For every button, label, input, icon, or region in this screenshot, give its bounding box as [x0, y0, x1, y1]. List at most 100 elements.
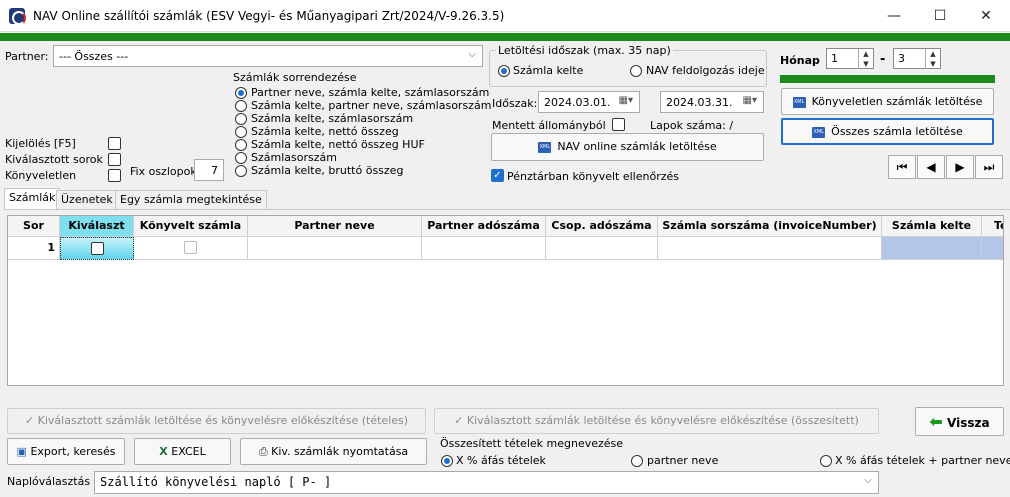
minimize-button[interactable]: — [871, 0, 917, 32]
naplo-select[interactable]: Szállító könyvelési napló [ P- ] ⌵ [94, 471, 879, 494]
prev-record-button[interactable]: ◀ [917, 155, 945, 179]
table-cell[interactable] [658, 237, 882, 260]
export-kereses-button[interactable]: ▣ Export, keresés [7, 438, 125, 465]
partner-value: --- Összes --- [59, 50, 129, 63]
back-arrow-icon: ⬅ [929, 412, 943, 431]
status-bar-green [0, 33, 1010, 41]
chevron-down-icon: ⌵ [468, 49, 476, 60]
osszes-download-button[interactable]: XML Összes számla letöltése [781, 118, 994, 145]
radio-nav-feldolgozas[interactable] [630, 65, 642, 77]
month-to-spinner[interactable]: 3 ▲ ▼ [893, 48, 941, 69]
window-title: NAV Online szállítói számlák (ESV Vegyi-… [33, 9, 505, 23]
check-icon: ✓ [454, 414, 467, 427]
download-osszesitett-button[interactable]: ✓ Kiválasztott számlák letöltése és köny… [434, 408, 879, 434]
lapok-szama-label: Lapok száma: / [650, 119, 734, 132]
vissza-button[interactable]: ⬅ Vissza [915, 407, 1004, 436]
konyvelt-checkbox [184, 241, 197, 254]
app-icon [9, 8, 26, 25]
naplo-label: Naplóválasztás [7, 475, 91, 488]
penztar-label: Pénztárban könyvelt ellenőrzés [507, 170, 679, 183]
kivalaszt-checkbox[interactable] [91, 242, 104, 255]
month-progress-bar [780, 75, 995, 83]
xml-icon: XML [538, 141, 552, 153]
naplo-value: Szállító könyvelési napló [ P- ] [100, 475, 332, 489]
konyveletlen-checkbox[interactable] [108, 169, 121, 182]
osszesitett-title: Összesített tételek megnevezése [440, 437, 624, 450]
partner-label: Partner: [5, 50, 49, 63]
excel-icon: X [159, 445, 168, 458]
row-number: 1 [8, 237, 60, 260]
spin-up-icon[interactable]: ▲ [925, 49, 940, 59]
radio-partner-neve-label: partner neve [647, 454, 719, 467]
tab-uzenetek[interactable]: Üzenetek [56, 190, 118, 209]
nav-online-download-button[interactable]: XML NAV online számlák letöltése [491, 133, 764, 161]
tab-divider [4, 209, 1010, 210]
table-cell[interactable] [546, 237, 658, 260]
first-record-button[interactable]: ⏮ [888, 155, 916, 179]
sort-title: Számlák sorrendezése [233, 71, 357, 84]
table-cell[interactable] [248, 237, 422, 260]
date-from-picker[interactable]: 2024.03.01. ▦▾ [538, 91, 640, 113]
maximize-button[interactable]: ☐ [917, 0, 963, 32]
kivalaszt-cell[interactable] [60, 237, 134, 260]
column-header[interactable]: Könyvelt számla [134, 216, 248, 237]
month-dash: - [880, 52, 886, 67]
partner-select[interactable]: --- Összes --- ⌵ [53, 45, 483, 67]
mentett-checkbox[interactable] [612, 118, 625, 131]
spin-down-icon[interactable]: ▼ [858, 59, 873, 69]
fix-oszlopok-input[interactable]: 7 [194, 159, 224, 181]
mentett-label: Mentett állományból [492, 119, 606, 132]
radio-szamla-kelte[interactable] [498, 65, 510, 77]
table-cell[interactable] [422, 237, 546, 260]
column-header[interactable]: Számla kelte [882, 216, 982, 237]
excel-button[interactable]: X EXCEL [134, 438, 231, 465]
print-button[interactable]: ⎙ Kiv. számlák nyomtatása [240, 438, 427, 465]
invoice-grid: Sor Kiválaszt Könyvelt számla Partner ne… [7, 215, 1004, 386]
konyveletlen-download-button[interactable]: XML Könyveletlen számlák letöltése [781, 88, 994, 115]
column-header[interactable]: Partner adószáma [422, 216, 546, 237]
download-teteles-button[interactable]: ✓ Kiválasztott számlák letöltése és köny… [7, 408, 426, 434]
tab-szamlak[interactable]: Számlák [4, 188, 61, 209]
next-record-button[interactable]: ▶ [946, 155, 974, 179]
fix-oszlopok-label: Fix oszlopok [130, 165, 197, 178]
month-from-spinner[interactable]: 1 ▲ ▼ [826, 48, 874, 69]
radio-afas-tetelek-label: X % áfás tételek [456, 454, 546, 467]
last-record-button[interactable]: ⏭ [975, 155, 1003, 179]
spin-up-icon[interactable]: ▲ [858, 49, 873, 59]
table-cell[interactable] [882, 237, 982, 260]
xml-icon: XML [792, 96, 806, 108]
kijeloles-label: Kijelölés [F5] [5, 137, 76, 150]
radio-afas-tetelek[interactable] [441, 455, 453, 467]
column-header[interactable]: Kiválaszt [60, 216, 134, 237]
konyvelt-cell [134, 237, 248, 260]
printer-icon: ⎙ [258, 445, 268, 458]
spin-down-icon[interactable]: ▼ [925, 59, 940, 69]
column-header[interactable]: Csop. adószáma [546, 216, 658, 237]
table-cell[interactable] [982, 237, 1003, 260]
date-to-picker[interactable]: 2024.03.31. ▦▾ [660, 91, 764, 113]
radio-nav-feldolgozas-label: NAV feldolgozás ideje [646, 64, 765, 77]
close-button[interactable]: ✕ [963, 0, 1009, 32]
penztar-checkbox[interactable]: ✓ [491, 169, 504, 182]
column-header[interactable]: Te [982, 216, 1003, 237]
calendar-icon: ▦▾ [618, 95, 633, 106]
download-period-title: Letöltési időszak (max. 35 nap) [496, 44, 673, 57]
radio-partner-neve[interactable] [631, 455, 643, 467]
kivalasztott-sorok-checkbox[interactable] [108, 153, 121, 166]
honap-label: Hónap [780, 54, 820, 67]
chevron-down-icon: ⌵ [864, 475, 872, 486]
column-header[interactable]: Sor [8, 216, 60, 237]
export-icon: ▣ [16, 445, 27, 458]
xml-icon: XML [812, 126, 826, 138]
konyveletlen-label: Könyveletlen [5, 169, 77, 182]
check-icon: ✓ [24, 414, 38, 427]
idoszak-label: Időszak: [492, 97, 538, 110]
kivalasztott-sorok-label: Kiválasztott sorok [5, 153, 103, 166]
radio-afas-partner[interactable] [820, 455, 832, 467]
column-header[interactable]: Partner neve [248, 216, 422, 237]
column-header[interactable]: Számla sorszáma (invoiceNumber) [658, 216, 882, 237]
kijeloles-checkbox[interactable] [108, 137, 121, 150]
radio-afas-partner-label: X % áfás tételek + partner neve [835, 454, 1010, 467]
tab-egy-szamla[interactable]: Egy számla megtekintése [115, 190, 267, 209]
radio-szamla-kelte-label: Számla kelte [513, 64, 584, 77]
